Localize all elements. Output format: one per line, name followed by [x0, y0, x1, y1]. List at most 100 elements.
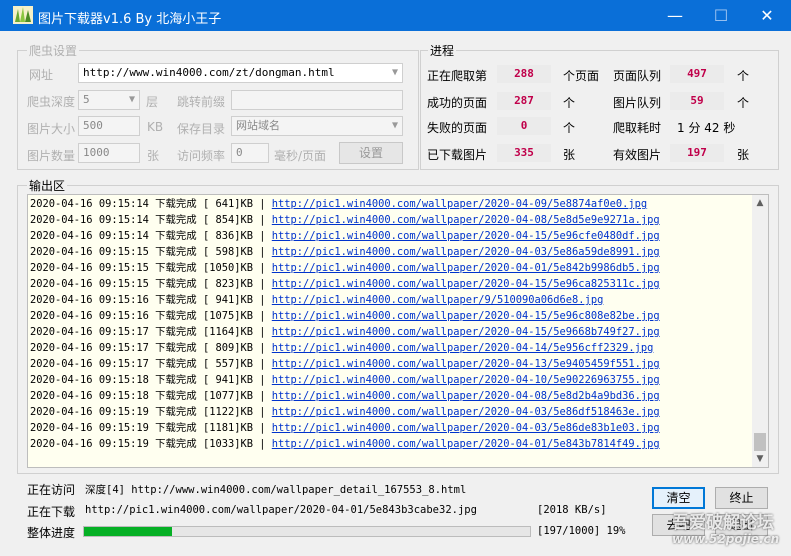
size-label: 图片大小 — [27, 122, 76, 136]
watermark-title: 吾爱破解论坛 — [672, 513, 774, 533]
log-line: 2020-04-16 09:15:14 下载完成 [ 854]KB | http… — [30, 214, 660, 226]
close-button[interactable]: ✕ — [744, 0, 790, 31]
visiting-label: 正在访问 — [27, 483, 76, 497]
log-link[interactable]: http://pic1.win4000.com/wallpaper/2020-0… — [272, 246, 660, 258]
success-unit: 个 — [563, 96, 576, 110]
chevron-down-icon[interactable]: ▼ — [392, 64, 398, 82]
log-line: 2020-04-16 09:15:16 下载完成 [ 941]KB | http… — [30, 294, 604, 306]
page-queue-value: 497 — [670, 65, 724, 83]
log-link[interactable]: http://pic1.win4000.com/wallpaper/2020-0… — [272, 262, 660, 274]
count-label: 图片数量 — [27, 149, 76, 163]
freq-unit: 毫秒/页面 — [274, 149, 327, 163]
freq-label: 访问频率 — [177, 149, 226, 163]
log-line: 2020-04-16 09:15:18 下载完成 [1077]KB | http… — [30, 390, 660, 402]
log-link[interactable]: http://pic1.win4000.com/wallpaper/2020-0… — [272, 390, 660, 402]
downloaded-value: 335 — [497, 144, 551, 162]
downloaded-label: 已下载图片 — [427, 148, 488, 162]
chevron-down-icon[interactable]: ▼ — [392, 117, 398, 135]
log-line: 2020-04-16 09:15:19 下载完成 [1181]KB | http… — [30, 422, 660, 434]
overall-text: [197/1000] 19% — [537, 525, 626, 537]
log-link[interactable]: http://pic1.win4000.com/wallpaper/2020-0… — [272, 358, 660, 370]
jump-prefix-input[interactable] — [231, 90, 403, 110]
count-unit: 张 — [147, 149, 160, 163]
crawling-value: 288 — [497, 65, 551, 83]
depth-select[interactable]: 5 ▼ — [78, 90, 140, 110]
minimize-button[interactable]: — — [652, 0, 698, 31]
log-line: 2020-04-16 09:15:15 下载完成 [ 823]KB | http… — [30, 278, 660, 290]
freq-input[interactable]: 0 — [231, 143, 269, 163]
save-dir-value: 网站域名 — [236, 119, 280, 132]
download-speed: [2018 KB/s] — [537, 504, 607, 516]
size-input[interactable]: 500 — [78, 116, 140, 136]
stop-button[interactable]: 终止 — [715, 487, 768, 509]
success-label: 成功的页面 — [427, 96, 488, 110]
count-input[interactable]: 1000 — [78, 143, 140, 163]
log-scrollbar[interactable]: ▲ ▼ — [752, 195, 768, 467]
log-link[interactable]: http://pic1.win4000.com/wallpaper/2020-0… — [272, 326, 660, 338]
log-link[interactable]: http://pic1.win4000.com/wallpaper/2020-0… — [272, 342, 654, 354]
log-line: 2020-04-16 09:15:14 下载完成 [ 641]KB | http… — [30, 198, 648, 210]
log-link[interactable]: http://pic1.win4000.com/wallpaper/2020-0… — [272, 310, 660, 322]
image-queue-value: 59 — [670, 92, 724, 110]
log-line: 2020-04-16 09:15:17 下载完成 [1164]KB | http… — [30, 326, 660, 338]
settings-group-label: 爬虫设置 — [27, 42, 80, 59]
log-line: 2020-04-16 09:15:14 下载完成 [ 836]KB | http… — [30, 230, 660, 242]
log-line: 2020-04-16 09:15:16 下载完成 [1075]KB | http… — [30, 310, 660, 322]
scroll-up-icon[interactable]: ▲ — [752, 195, 768, 211]
log-link[interactable]: http://pic1.win4000.com/wallpaper/2020-0… — [272, 374, 660, 386]
valid-unit: 张 — [737, 148, 750, 162]
depth-unit: 层 — [146, 95, 159, 109]
downloaded-unit: 张 — [563, 148, 576, 162]
log-link[interactable]: http://pic1.win4000.com/wallpaper/2020-0… — [272, 278, 660, 290]
page-queue-label: 页面队列 — [613, 69, 662, 83]
log-link[interactable]: http://pic1.win4000.com/wallpaper/2020-0… — [272, 198, 647, 210]
failed-value: 0 — [497, 117, 551, 135]
log-link[interactable]: http://pic1.win4000.com/wallpaper/2020-0… — [272, 406, 660, 418]
log-link[interactable]: http://pic1.win4000.com/wallpaper/2020-0… — [272, 422, 660, 434]
log-link[interactable]: http://pic1.win4000.com/wallpaper/2020-0… — [272, 438, 660, 450]
watermark-url: www.52pojie.cn — [672, 532, 780, 546]
crawling-label: 正在爬取第 — [427, 69, 488, 83]
url-label: 网址 — [29, 68, 54, 82]
jump-prefix-label: 跳转前缀 — [177, 95, 226, 109]
log-line: 2020-04-16 09:15:17 下载完成 [ 809]KB | http… — [30, 342, 654, 354]
url-combobox[interactable]: http://www.win4000.com/zt/dongman.html ▼ — [78, 63, 403, 83]
crawling-unit: 个页面 — [563, 69, 600, 83]
title-bar: 图片下载器v1.6 By 北海小王子 — ☐ ✕ — [0, 0, 791, 31]
log-link[interactable]: http://pic1.win4000.com/wallpaper/9/5100… — [272, 294, 604, 306]
valid-label: 有效图片 — [613, 148, 662, 162]
log-line: 2020-04-16 09:15:15 下载完成 [ 598]KB | http… — [30, 246, 660, 258]
overall-progress-bar — [83, 526, 531, 537]
scrollbar-thumb[interactable] — [754, 433, 766, 451]
page-queue-unit: 个 — [737, 69, 750, 83]
elapsed-value: 1 分 42 秒 — [677, 121, 736, 135]
log-link[interactable]: http://pic1.win4000.com/wallpaper/2020-0… — [272, 230, 660, 242]
failed-label: 失败的页面 — [427, 121, 488, 135]
scroll-down-icon[interactable]: ▼ — [752, 451, 768, 467]
chevron-down-icon[interactable]: ▼ — [129, 91, 135, 109]
maximize-button[interactable]: ☐ — [698, 0, 744, 31]
depth-label: 爬虫深度 — [27, 95, 76, 109]
progress-group-label: 进程 — [428, 42, 457, 59]
output-label: 输出区 — [27, 177, 68, 194]
image-queue-unit: 个 — [737, 96, 750, 110]
save-dir-select[interactable]: 网站域名 ▼ — [231, 116, 403, 136]
downloading-value: http://pic1.win4000.com/wallpaper/2020-0… — [85, 504, 477, 516]
settings-button[interactable]: 设置 — [339, 142, 403, 164]
url-value: http://www.win4000.com/zt/dongman.html — [83, 66, 335, 79]
overall-progress-fill — [84, 527, 172, 536]
log-line: 2020-04-16 09:15:19 下载完成 [1122]KB | http… — [30, 406, 660, 418]
downloading-label: 正在下载 — [27, 505, 76, 519]
depth-value: 5 — [83, 93, 90, 106]
log-line: 2020-04-16 09:15:19 下载完成 [1033]KB | http… — [30, 438, 660, 450]
image-queue-label: 图片队列 — [613, 96, 662, 110]
app-logo-icon — [13, 6, 33, 24]
log-line: 2020-04-16 09:15:17 下载完成 [ 557]KB | http… — [30, 358, 660, 370]
output-log[interactable]: 2020-04-16 09:15:14 下载完成 [ 641]KB | http… — [27, 194, 769, 468]
elapsed-label: 爬取耗时 — [613, 121, 662, 135]
save-dir-label: 保存目录 — [177, 122, 226, 136]
window-title: 图片下载器v1.6 By 北海小王子 — [38, 12, 222, 27]
success-value: 287 — [497, 92, 551, 110]
log-link[interactable]: http://pic1.win4000.com/wallpaper/2020-0… — [272, 214, 660, 226]
clear-button[interactable]: 清空 — [652, 487, 705, 509]
